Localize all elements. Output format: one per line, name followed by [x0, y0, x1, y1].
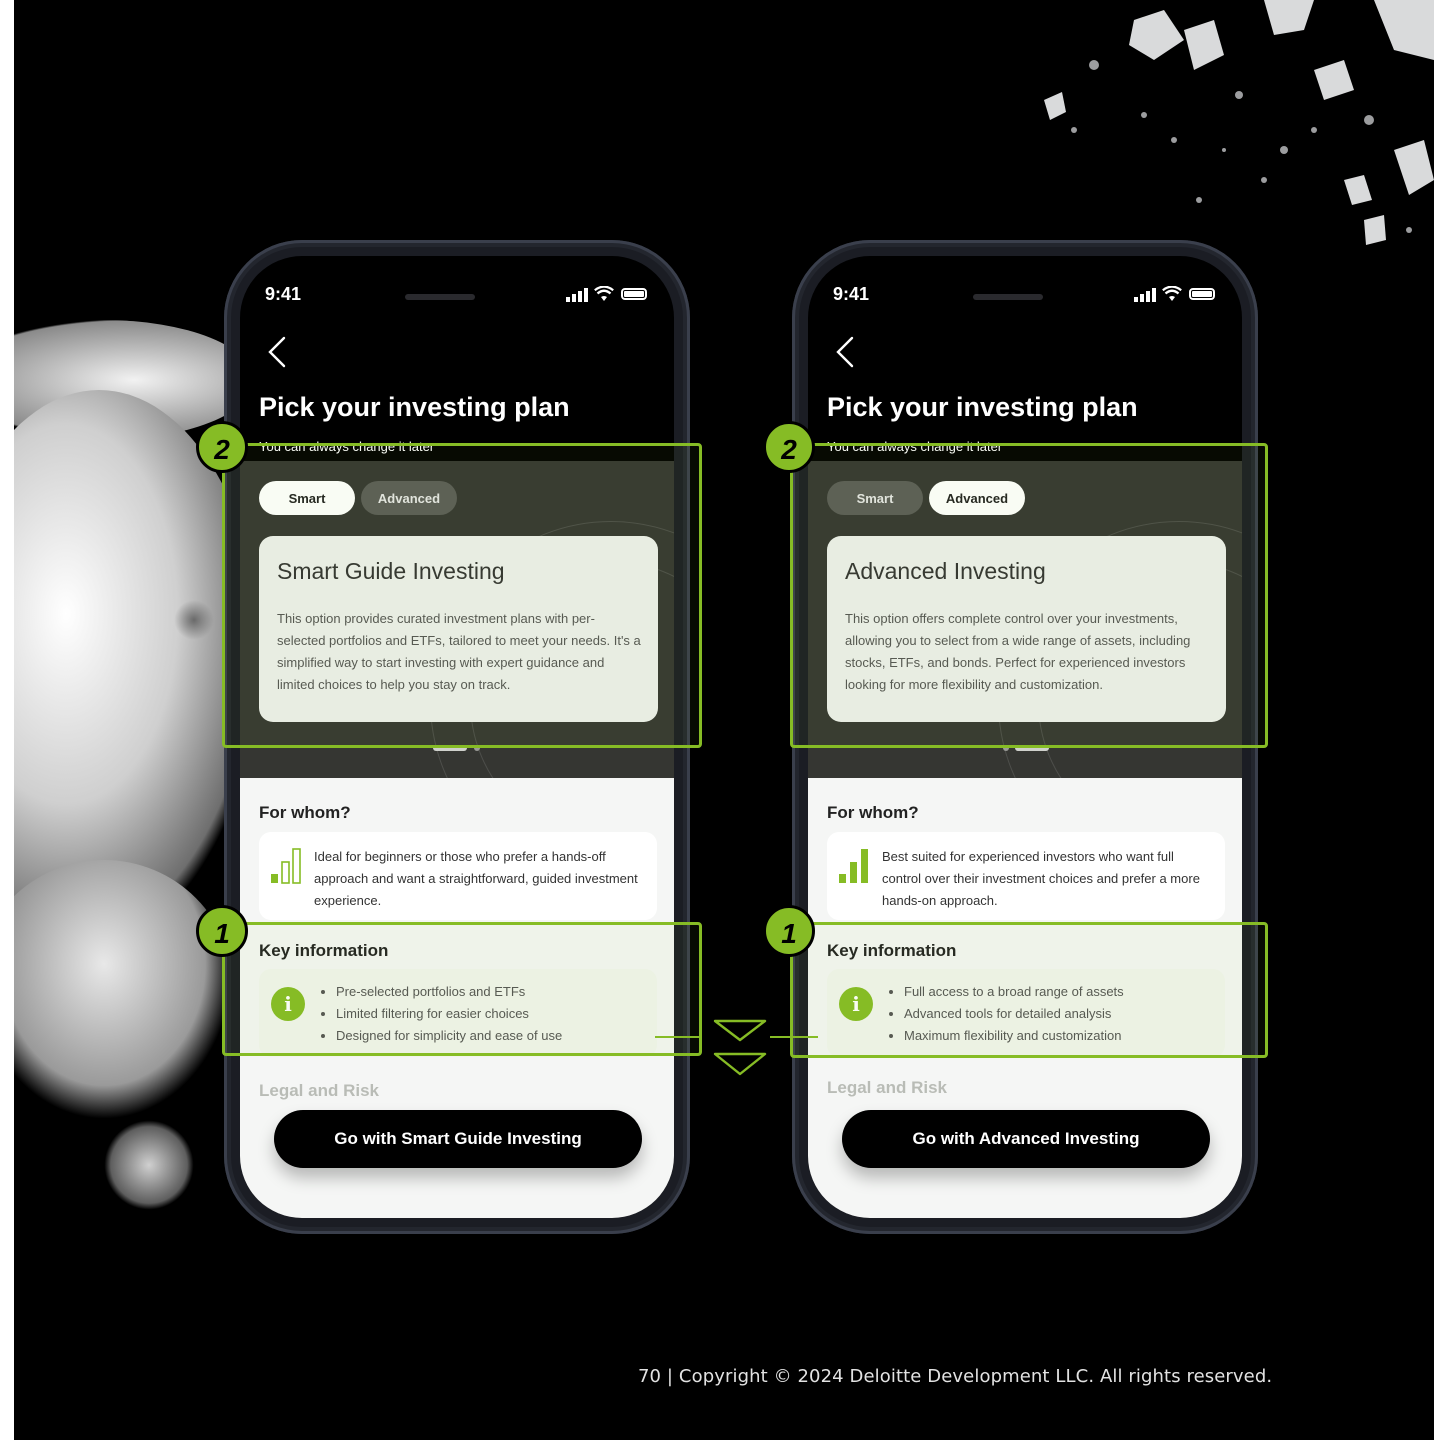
- for-whom-card: Best suited for experienced investors wh…: [827, 832, 1225, 920]
- go-with-smart-button[interactable]: Go with Smart Guide Investing: [274, 1110, 642, 1168]
- page-edge: [0, 0, 14, 1440]
- page-title: Pick your investing plan: [259, 392, 570, 422]
- highlight-key-information-left: [222, 922, 702, 1056]
- bar-level-high-icon: [839, 849, 868, 883]
- battery-icon: [1189, 288, 1215, 300]
- for-whom-card: Ideal for beginners or those who prefer …: [259, 832, 657, 920]
- signal-icon: [566, 288, 588, 302]
- legal-and-risk-link[interactable]: Legal and Risk: [827, 1078, 947, 1098]
- wifi-icon: [594, 286, 614, 301]
- page-title: Pick your investing plan: [827, 392, 1138, 422]
- back-chevron-icon[interactable]: [830, 334, 860, 370]
- bar-level-low-icon: [271, 848, 301, 884]
- for-whom-heading: For whom?: [827, 803, 919, 822]
- annotation-badge-2: 2: [196, 421, 248, 473]
- connector-line: [655, 1036, 702, 1038]
- status-bar: 9:41: [808, 284, 1242, 308]
- status-time: 9:41: [833, 284, 870, 304]
- connector-line: [770, 1036, 818, 1038]
- annotation-badge-2: 2: [763, 421, 815, 473]
- dynamic-island: [405, 294, 475, 300]
- highlight-key-information-right: [790, 922, 1268, 1058]
- status-time: 9:41: [265, 284, 302, 304]
- go-with-advanced-button[interactable]: Go with Advanced Investing: [842, 1110, 1210, 1168]
- back-chevron-icon[interactable]: [262, 334, 292, 370]
- for-whom-heading: For whom?: [259, 803, 351, 822]
- status-bar: 9:41: [240, 284, 674, 308]
- wifi-icon: [1162, 286, 1182, 301]
- annotation-badge-1: 1: [196, 905, 248, 957]
- copyright-footer: 70 | Copyright © 2024 Deloitte Developme…: [638, 1366, 1273, 1387]
- legal-and-risk-link[interactable]: Legal and Risk: [259, 1081, 379, 1101]
- for-whom-text: Ideal for beginners or those who prefer …: [314, 849, 638, 908]
- for-whom-text: Best suited for experienced investors wh…: [882, 849, 1200, 908]
- battery-icon: [621, 288, 647, 300]
- signal-icon: [1134, 288, 1156, 302]
- crystal-fragments-image: [1044, 0, 1434, 245]
- dynamic-island: [973, 294, 1043, 300]
- highlight-plan-carousel-right: [790, 443, 1268, 748]
- annotation-badge-1: 1: [763, 905, 815, 957]
- highlight-plan-carousel-left: [222, 443, 702, 748]
- double-chevron-down-icon: [713, 1019, 767, 1076]
